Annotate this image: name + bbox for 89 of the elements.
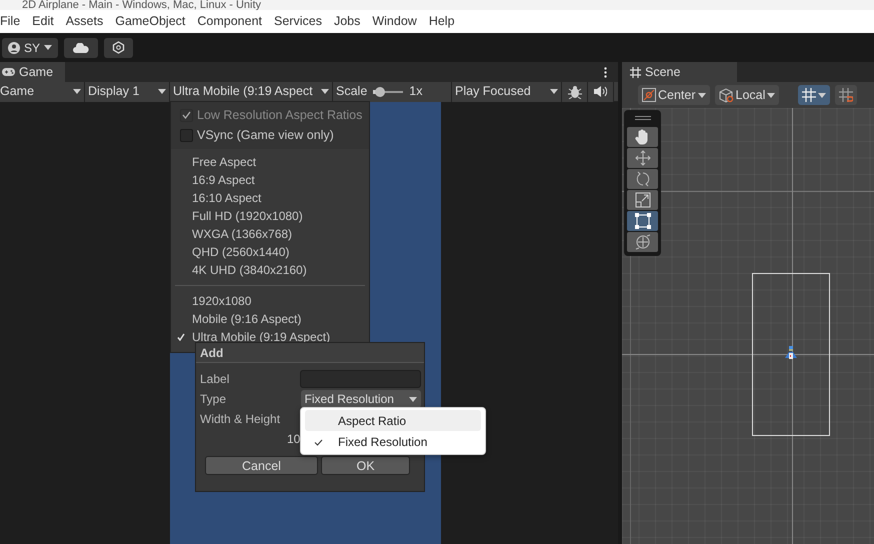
settings-button[interactable] [104,38,134,58]
caret-icon [158,89,166,94]
menu-item[interactable]: Jobs [334,12,366,31]
move-arrows-icon [634,150,650,166]
caret-icon [409,396,417,402]
menu-item[interactable]: Mobile (9:16 Aspect) [171,310,369,328]
field-label: Width & Height [200,411,282,428]
scene-tab[interactable]: Scene [622,62,737,82]
menu-item[interactable]: File [0,12,26,31]
menu-item[interactable]: Component [197,12,268,31]
view-dropdown[interactable]: Game [0,82,85,102]
field-label: Label [200,371,230,388]
pivot-icon [642,88,656,102]
airplane-sprite [784,346,798,362]
window-title: 2D Airplane - Main - Windows, Mac, Linux - Unity [0,0,874,10]
caret-icon [818,92,826,98]
tool-button[interactable] [627,190,658,210]
caret-icon [767,92,776,98]
tool-button[interactable] [627,148,658,168]
menu-item[interactable]: Edit [32,12,60,31]
caret-icon [321,89,329,94]
menu-item[interactable]: Help [428,12,461,31]
type-dropdown[interactable]: Fixed Resolution [300,390,421,408]
menu-item[interactable]: Full HD (1920x1080) [171,207,369,225]
dialog-button[interactable]: OK [321,456,410,474]
user-icon [8,42,20,54]
transform-tool-icon [634,234,650,250]
cube-icon [718,88,734,102]
menu-item[interactable]: Assets [66,12,110,31]
drag-handle-icon[interactable] [634,116,650,120]
menu-item[interactable]: Free Aspect [171,153,369,171]
menu-toggle-label: VSync (Game view only) [171,125,369,145]
play-mode-dropdown[interactable]: Play Focused [452,82,562,102]
scale-icon [634,192,650,208]
scale-value: 1x [409,83,422,100]
hexagon-icon [112,41,126,54]
tool-button[interactable] [627,169,658,189]
menu-item[interactable]: 16:10 Aspect [171,189,369,207]
more-options-icon[interactable] [604,67,607,78]
check-icon [314,439,323,446]
audio-button[interactable] [588,82,614,102]
menu-item[interactable]: Window [372,12,423,31]
grid-icon [630,66,641,78]
stats-button[interactable] [562,82,588,102]
menu-item[interactable]: QHD (2560x1440) [171,243,369,261]
caret-icon [73,89,81,94]
rotate-icon [634,171,650,187]
tool-button[interactable] [627,232,658,252]
grid-snap-icon [802,88,816,102]
size-value: 10 [287,431,300,448]
scale-slider[interactable] [373,86,404,96]
display-dropdown[interactable]: Display 1 [85,82,170,102]
field-label: Type [200,391,228,408]
snap-icon [839,88,854,102]
caret-icon [44,45,52,50]
cloud-button[interactable] [64,38,98,58]
grid-snapping-button[interactable] [798,85,830,105]
checkbox[interactable] [180,128,193,142]
menu-item[interactable]: Fixed Resolution [305,431,481,452]
dialog-button[interactable]: Cancel [205,456,318,474]
menu-item[interactable]: Services [274,12,328,31]
cloud-icon [73,42,90,52]
scale-label: Scale [336,83,368,100]
tool-button[interactable] [627,127,658,147]
menu-item[interactable]: 16:9 Aspect [171,171,369,189]
account-button[interactable]: SY [2,38,58,58]
bug-icon [568,84,582,98]
label-field[interactable] [300,370,421,388]
rect-tool-icon [634,213,650,229]
caret-icon [550,89,558,94]
caret-icon [698,92,706,98]
menu-item[interactable]: Ultra Mobile (9:19 Aspect) [171,328,369,346]
menu-item[interactable]: 1920x1080 [171,292,369,310]
dialog-title: Add [196,343,424,363]
snap-increment-button[interactable] [835,85,858,105]
check-icon [182,111,191,119]
tool-button[interactable] [627,211,658,231]
speaker-icon [594,86,607,97]
menu-item[interactable]: 4K UHD (3840x2160) [171,261,369,279]
menu-item[interactable]: Aspect Ratio [305,410,481,431]
space-dropdown[interactable]: Local [714,85,780,105]
hand-icon [634,129,650,145]
menu-toggle-label: Low Resolution Aspect Ratios [171,105,369,125]
pivot-dropdown[interactable]: Center [638,85,710,105]
game-tab[interactable]: Game [0,62,66,82]
menu-item[interactable]: WXGA (1366x768) [171,225,369,243]
check-icon [177,333,185,341]
gamepad-icon [2,68,15,76]
menu-item[interactable]: GameObject [115,12,192,31]
